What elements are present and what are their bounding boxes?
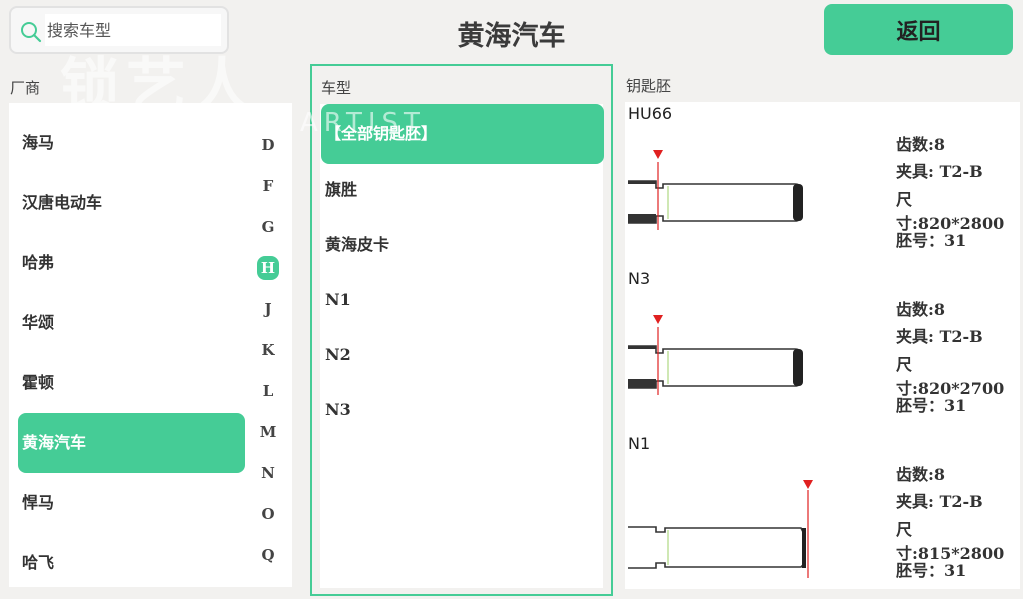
key-blank-section-label: 钥匙胚	[626, 77, 672, 95]
key-blank-drawing	[628, 315, 803, 395]
model-list: 【全部钥匙胚】 旗胜 黄海皮卡 N1 N2 N3	[320, 104, 604, 588]
index-letter-f[interactable]: F	[257, 174, 279, 198]
clamp-type: 夹具: T2-B	[896, 162, 983, 181]
index-letter-m[interactable]: M	[257, 420, 279, 444]
key-blank-drawing	[628, 150, 803, 230]
maker-item[interactable]: 黄海汽车	[18, 413, 245, 473]
index-letter-j[interactable]: J	[257, 297, 279, 321]
maker-list: 海马 汉唐电动车 哈弗 华颂 霍顿 黄海汽车 悍马 哈飞 D F G H J K L M N O Q	[9, 103, 292, 587]
blank-number: 胚号：31	[896, 561, 967, 580]
blank-number: 胚号：31	[896, 396, 967, 415]
key-blank-drawing	[628, 480, 813, 578]
key-blank-name: N1	[628, 434, 651, 453]
header: 黄海汽车 返回	[0, 0, 1023, 62]
model-panel: 【全部钥匙胚】 旗胜 黄海皮卡 N1 N2 N3	[310, 64, 613, 596]
key-blank-name: N3	[628, 269, 651, 288]
model-item[interactable]: N2	[321, 327, 604, 387]
model-item[interactable]: N3	[321, 382, 604, 442]
model-section-label: 车型	[321, 79, 352, 97]
teeth-count: 齿数:8	[896, 465, 946, 484]
index-letter-o[interactable]: O	[257, 502, 279, 526]
model-item[interactable]: 黄海皮卡	[321, 217, 604, 277]
index-letter-k[interactable]: K	[257, 338, 279, 362]
key-blank-name: HU66	[628, 104, 673, 123]
blank-number: 胚号：31	[896, 231, 967, 250]
maker-item[interactable]: 哈弗	[18, 233, 245, 293]
key-blank-card[interactable]: N3 齿数:8 夹具: T2-B 尺寸:820*2700 胚号：31	[625, 269, 1020, 434]
maker-item[interactable]: 悍马	[18, 473, 245, 533]
clamp-type: 夹具: T2-B	[896, 327, 983, 346]
model-item[interactable]: 旗胜	[321, 162, 604, 222]
clamp-type: 夹具: T2-B	[896, 492, 983, 511]
maker-item[interactable]: 华颂	[18, 293, 245, 353]
maker-item[interactable]: 汉唐电动车	[18, 173, 245, 233]
maker-item[interactable]: 海马	[18, 113, 245, 173]
back-button[interactable]: 返回	[824, 4, 1013, 55]
index-letter-n[interactable]: N	[257, 461, 279, 485]
index-letter-q[interactable]: Q	[257, 543, 279, 567]
key-blank-card[interactable]: N1 齿数:8 夹具: T2-B 尺寸:815*2800 胚号：31	[625, 434, 1020, 599]
teeth-count: 齿数:8	[896, 300, 946, 319]
maker-item[interactable]: 霍顿	[18, 353, 245, 413]
maker-item[interactable]: 哈飞	[18, 533, 245, 593]
index-letter-d[interactable]: D	[257, 133, 279, 157]
index-letter-l[interactable]: L	[257, 379, 279, 403]
maker-section-label: 厂商	[10, 79, 41, 97]
model-item[interactable]: 【全部钥匙胚】	[321, 104, 604, 164]
key-blank-card[interactable]: HU66 齿数:8 夹具: T2-B 尺寸:820*2800 胚号：31	[625, 104, 1020, 269]
teeth-count: 齿数:8	[896, 135, 946, 154]
key-blank-list: HU66 齿数:8 夹具: T2-B 尺寸:820*2800 胚号：31 N3 齿数:8 夹具…	[625, 102, 1020, 589]
index-letter-g[interactable]: G	[257, 215, 279, 239]
model-item[interactable]: N1	[321, 272, 604, 332]
index-letter-h[interactable]: H	[257, 256, 279, 280]
